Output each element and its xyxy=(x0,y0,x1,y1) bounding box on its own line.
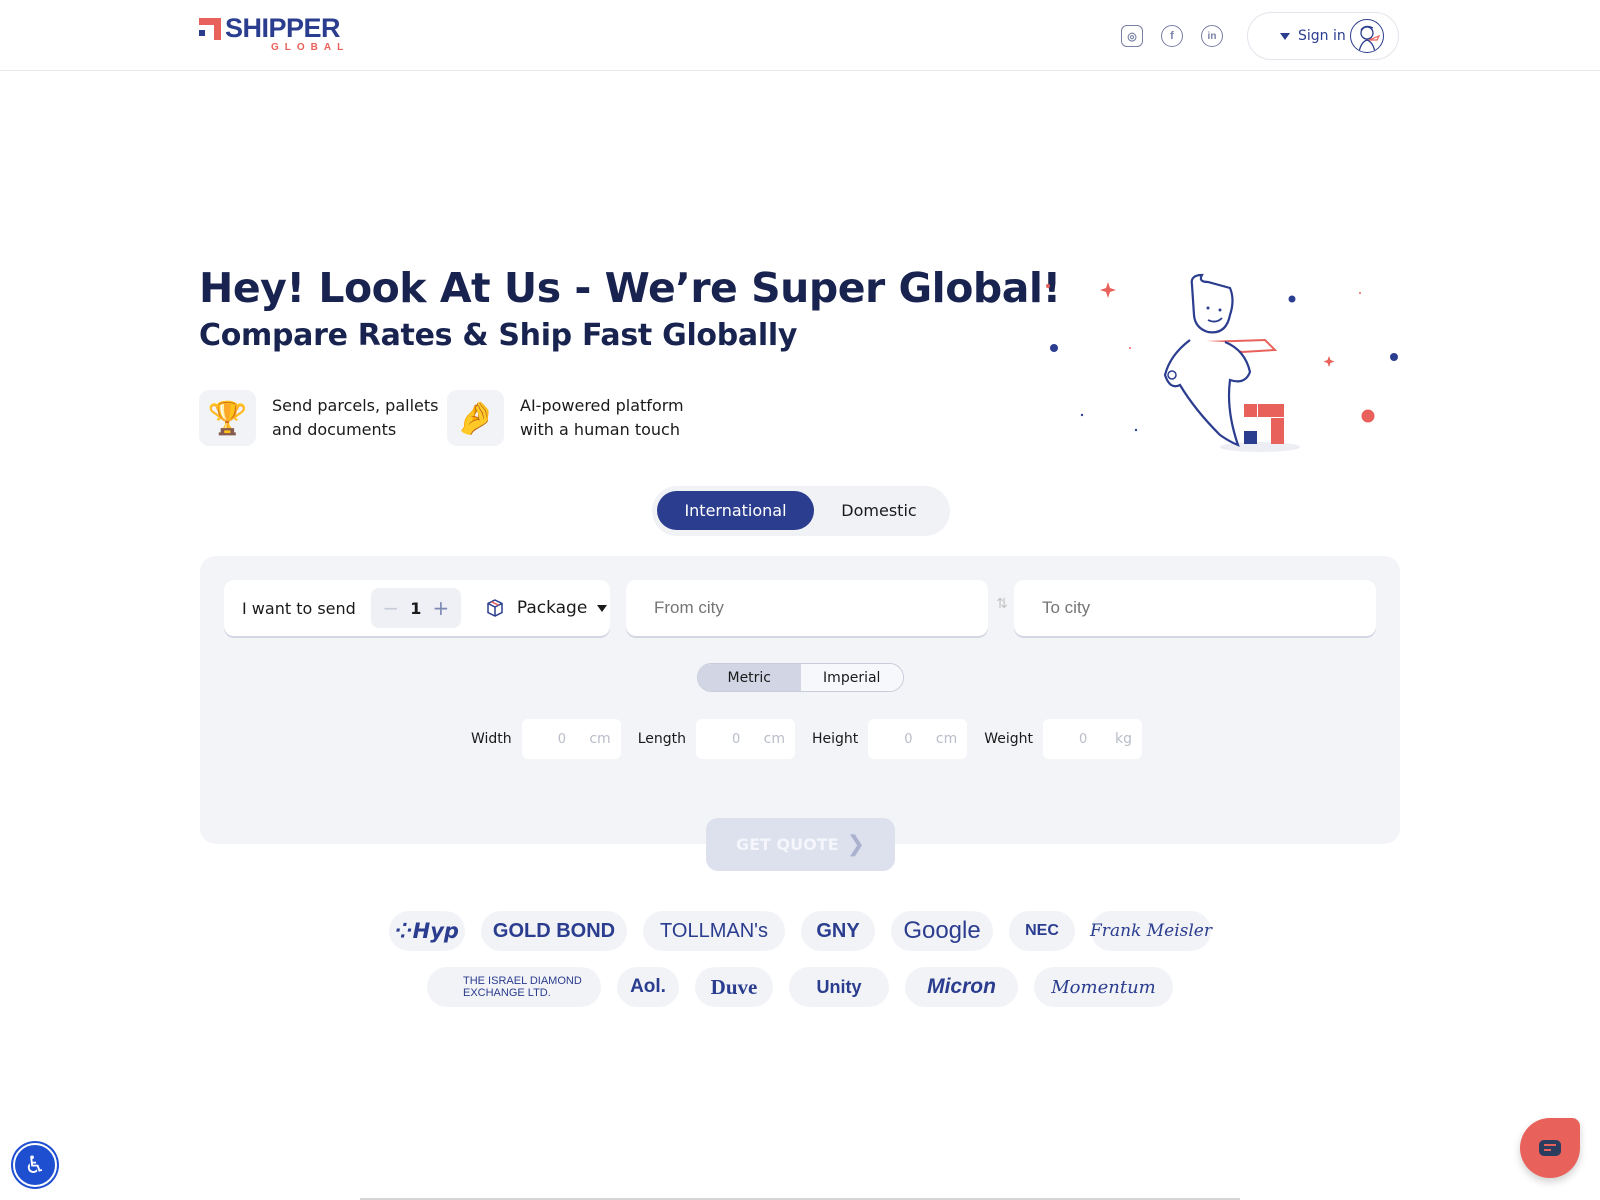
quantity-stepper: − 1 + xyxy=(370,588,461,628)
dimensions-row: Width 0 cm Length 0 cm Height 0 cm Weigh… xyxy=(471,719,1159,759)
feature-line: and documents xyxy=(272,420,397,439)
weight-value: 0 xyxy=(1079,731,1088,747)
logo-text: SHIPPER xyxy=(225,13,341,43)
logo-mark-icon xyxy=(199,18,221,40)
client-logos-row-1: ⁘Hyp GOLD BOND TOLLMAN's GNY Google NEC … xyxy=(0,911,1600,951)
width-value: 0 xyxy=(557,731,566,747)
chat-button[interactable] xyxy=(1520,1118,1580,1178)
client-logo-unity: Unity xyxy=(789,967,889,1007)
caret-down-icon xyxy=(1280,32,1290,40)
sign-in-button[interactable]: Sign in xyxy=(1247,12,1399,60)
feature-parcels: 🏆 Send parcels, pallets and documents xyxy=(199,390,438,446)
height-unit: cm xyxy=(935,731,958,747)
length-value: 0 xyxy=(731,731,741,747)
hero-title: Hey! Look At Us - We’re Super Global! xyxy=(199,264,1061,312)
instagram-icon[interactable]: ◎ xyxy=(1121,25,1143,47)
from-city-input[interactable] xyxy=(626,580,988,636)
linkedin-icon[interactable]: in xyxy=(1201,25,1223,47)
height-label: Height xyxy=(811,731,859,747)
client-logo-micron: Micron xyxy=(905,967,1018,1007)
mascot-illustration xyxy=(1030,260,1410,460)
pinched-fingers-icon: 🤌 xyxy=(447,390,504,446)
to-city-input[interactable] xyxy=(1014,580,1376,636)
package-type-dropdown[interactable]: Package xyxy=(485,598,608,618)
client-logos-row-2: THE ISRAEL DIAMOND EXCHANGE LTD. Aol. Du… xyxy=(0,967,1600,1007)
quote-form-panel: I want to send − 1 + Package ⇅ Metric Im… xyxy=(200,556,1400,844)
avatar-icon xyxy=(1350,19,1384,53)
client-logo-nec: NEC xyxy=(1009,911,1075,951)
weight-input[interactable]: 0 kg xyxy=(1043,719,1143,759)
client-logo-duve: Duve xyxy=(695,967,773,1007)
client-logo-israel-diamond-exchange: THE ISRAEL DIAMOND EXCHANGE LTD. xyxy=(427,967,601,1007)
unit-system-toggle: Metric Imperial xyxy=(697,663,904,692)
length-unit: cm xyxy=(763,731,785,747)
caret-down-icon xyxy=(597,604,608,612)
quantity-value[interactable]: 1 xyxy=(410,599,421,618)
tab-international[interactable]: International xyxy=(657,491,814,530)
client-logo-frank-meisler: Frank Meisler xyxy=(1090,911,1212,951)
chat-bubble-icon xyxy=(1539,1140,1561,1156)
hero-subtitle: Compare Rates & Ship Fast Globally xyxy=(199,318,798,353)
shipping-type-tabs: International Domestic xyxy=(652,486,950,536)
imperial-option[interactable]: Imperial xyxy=(800,664,903,691)
increment-button[interactable]: + xyxy=(433,596,450,620)
get-quote-label: GET QUOTE xyxy=(735,835,839,854)
metric-option[interactable]: Metric xyxy=(698,664,801,691)
get-quote-button[interactable]: GET QUOTE ❯ xyxy=(706,818,895,871)
client-logo-gny: GNY xyxy=(801,911,875,951)
arrow-right-icon: ❯ xyxy=(846,832,866,857)
send-label: I want to send xyxy=(242,598,356,618)
width-label: Width xyxy=(471,731,512,747)
site-header: SHIPPER GLOBAL ◎ f in Sign in xyxy=(0,0,1600,71)
client-logo-gold-bond: GOLD BOND xyxy=(481,911,627,951)
length-input[interactable]: 0 cm xyxy=(695,719,795,759)
weight-label: Weight xyxy=(984,731,1034,747)
weight-unit: kg xyxy=(1115,731,1133,747)
width-input[interactable]: 0 cm xyxy=(521,719,621,759)
client-logo-google: Google xyxy=(891,911,993,951)
logo-subtext: GLOBAL xyxy=(271,42,350,53)
package-type-label: Package xyxy=(516,598,588,618)
client-logo-tollmans: TOLLMAN's xyxy=(643,911,785,951)
feature-line: with a human touch xyxy=(520,420,680,439)
client-logo-aol: Aol. xyxy=(617,967,679,1007)
trophy-icon: 🏆 xyxy=(199,390,256,446)
client-logo-momentum: Momentum xyxy=(1034,967,1173,1007)
feature-line: Send parcels, pallets xyxy=(272,396,439,415)
height-input[interactable]: 0 cm xyxy=(868,719,968,759)
send-selector: I want to send − 1 + Package xyxy=(224,580,610,636)
package-icon xyxy=(487,599,503,617)
sign-in-label: Sign in xyxy=(1298,28,1346,44)
shipper-global-logo[interactable]: SHIPPER GLOBAL xyxy=(199,13,350,55)
swap-cities-icon[interactable]: ⇅ xyxy=(995,596,1009,616)
client-logo-hyp: ⁘Hyp xyxy=(389,911,465,951)
facebook-icon[interactable]: f xyxy=(1161,25,1183,47)
feature-line: AI-powered platform xyxy=(520,396,684,415)
width-unit: cm xyxy=(589,731,611,747)
length-label: Length xyxy=(637,731,686,747)
accessibility-button[interactable]: ♿ xyxy=(13,1143,57,1187)
decrement-button[interactable]: − xyxy=(382,596,399,620)
height-value: 0 xyxy=(904,731,913,747)
feature-ai: 🤌 AI-powered platform with a human touch xyxy=(447,390,684,446)
tab-domestic[interactable]: Domestic xyxy=(814,491,944,530)
